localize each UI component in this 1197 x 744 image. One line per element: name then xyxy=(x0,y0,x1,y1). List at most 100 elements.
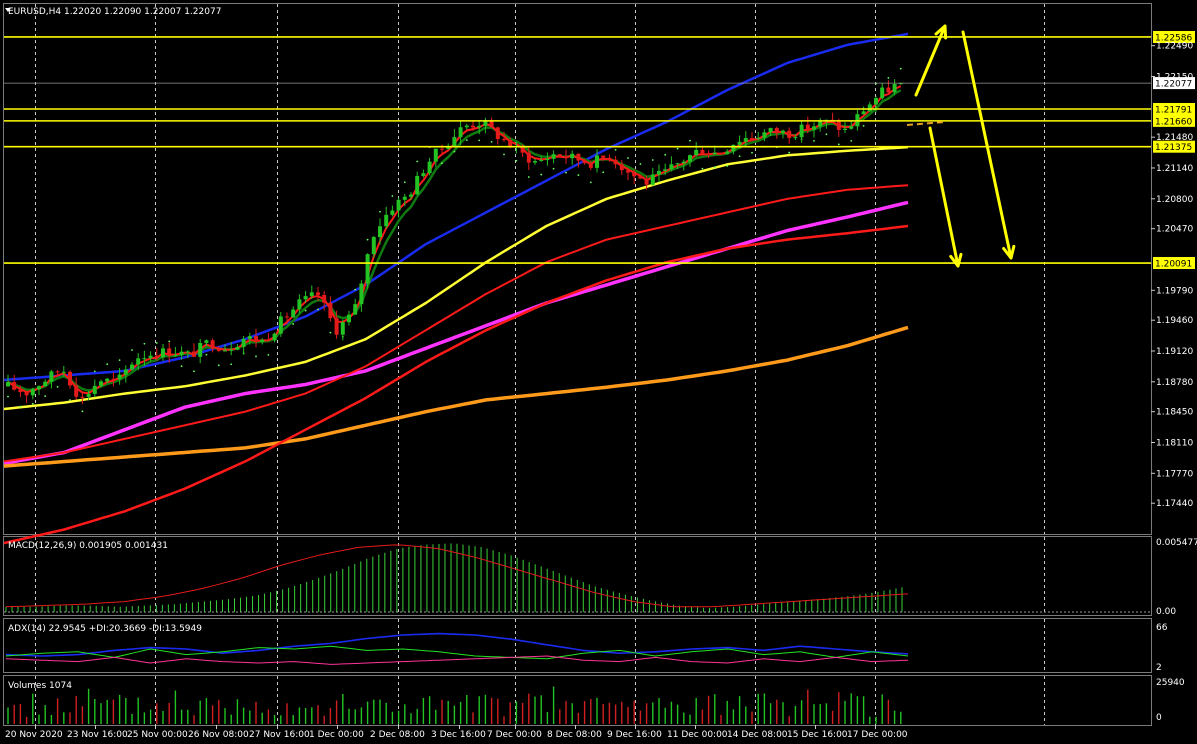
candle-body xyxy=(836,121,841,130)
psar-dot xyxy=(304,309,307,312)
psar-dot xyxy=(515,159,518,162)
candle-body xyxy=(861,111,866,115)
price-tick-label: 1.22490 xyxy=(1156,42,1193,52)
dashed-projection-line xyxy=(906,121,945,126)
psar-dot xyxy=(788,151,791,154)
psar-dot xyxy=(651,159,654,161)
candle-body xyxy=(886,87,891,93)
candle-body xyxy=(582,160,587,164)
candle-body xyxy=(601,155,606,158)
time-tick-label: 8 Dec 08:00 xyxy=(547,730,602,740)
price-tick-label: 1.20470 xyxy=(1156,225,1193,235)
time-tick-label: 9 Dec 16:00 xyxy=(607,730,662,740)
psar-dot xyxy=(465,139,468,142)
candle-body xyxy=(694,149,699,156)
candle-body xyxy=(92,385,97,394)
psar-dot xyxy=(850,139,853,142)
candle-body xyxy=(148,355,153,359)
eurusd-h4-chart[interactable]: 1.225861.217911.216601.213751.200911.220… xyxy=(0,0,1197,744)
candle-body xyxy=(247,336,252,339)
candle-body xyxy=(6,382,10,387)
psar-dot xyxy=(627,157,629,159)
candle-body xyxy=(774,128,779,133)
candle-body xyxy=(743,138,748,142)
candle-body xyxy=(421,173,426,176)
candle-body xyxy=(365,254,370,284)
psar-dot xyxy=(726,165,729,167)
time-tick-label: 1 Dec 00:00 xyxy=(309,730,364,740)
psar-dot xyxy=(676,147,679,150)
candle-body xyxy=(111,378,116,380)
psar-dot xyxy=(391,195,394,197)
horizontal-levels[interactable]: 1.225861.217911.216601.213751.200911.220… xyxy=(4,30,1195,270)
adx-line xyxy=(5,632,909,657)
candle-body xyxy=(818,121,823,127)
level-price-label: 1.21375 xyxy=(1155,143,1192,153)
candle-body xyxy=(192,351,196,357)
price-tick-label: 1.18780 xyxy=(1156,378,1193,388)
psar-dot xyxy=(31,402,34,405)
candle-body xyxy=(719,152,723,154)
candle-body xyxy=(756,137,761,139)
psar-dot xyxy=(19,405,22,408)
price-tick-label: 1.20800 xyxy=(1156,195,1193,205)
psar-dot xyxy=(69,399,71,401)
candle-body xyxy=(557,154,562,157)
psar-dot xyxy=(639,163,642,165)
symbol-header: EURUSD,H4 1.22020 1.22090 1.22007 1.2207… xyxy=(8,7,221,17)
psar-dot xyxy=(577,174,580,176)
candle-body xyxy=(440,148,444,150)
candle-body xyxy=(161,348,165,358)
candle-body xyxy=(650,174,655,185)
candle-body xyxy=(477,125,482,128)
time-tick-label: 14 Dec 08:00 xyxy=(727,730,788,740)
macd-axis-label: 0.00 xyxy=(1156,607,1176,617)
time-axis: 20 Nov 2020 23 Nov 16:00 25 Nov 00:00 26 No… xyxy=(5,725,908,740)
candle-body xyxy=(173,354,178,356)
psar-dot xyxy=(416,160,419,163)
candle-body xyxy=(229,349,234,351)
psar-dot xyxy=(329,331,332,334)
candle-body xyxy=(712,152,717,155)
moving-average-line xyxy=(3,224,909,545)
psar-dot xyxy=(837,143,840,146)
candle-body xyxy=(99,381,103,386)
candle-body xyxy=(105,378,110,382)
candle-body xyxy=(285,316,289,318)
adx-axis-label: 2 xyxy=(1156,663,1162,673)
psar-dot xyxy=(106,363,109,366)
vertical-gridlines xyxy=(35,4,1045,725)
moving-average-line xyxy=(3,325,909,468)
candle-body xyxy=(595,155,599,168)
psar-dot xyxy=(813,139,815,142)
psar-dot xyxy=(317,308,319,311)
volume-axis-label: 0 xyxy=(1156,713,1162,723)
down-arrow-long xyxy=(961,30,1013,260)
candle-body xyxy=(874,98,878,105)
time-tick-label: 7 Dec 00:00 xyxy=(487,730,542,740)
candle-body xyxy=(24,392,29,396)
time-tick-label: 2 Dec 08:00 xyxy=(370,730,425,740)
candle-body xyxy=(638,176,643,179)
candle-body xyxy=(731,144,736,152)
adx-line xyxy=(5,655,909,665)
candle-body xyxy=(235,346,240,350)
candle-body xyxy=(681,161,686,164)
time-tick-label: 25 Nov 00:00 xyxy=(127,730,188,740)
candle-body xyxy=(334,318,339,335)
candle-body xyxy=(55,371,60,373)
psar-dot xyxy=(887,76,890,79)
volume-indicator: 25940 0 xyxy=(7,678,1185,724)
time-tick-label: 23 Nov 16:00 xyxy=(67,730,128,740)
candle-body xyxy=(502,139,506,141)
candle-body xyxy=(564,156,568,159)
candle-body xyxy=(663,169,668,171)
candle-body xyxy=(805,124,810,130)
psar-dot xyxy=(379,210,381,213)
candle-body xyxy=(80,396,85,398)
moving-average-line xyxy=(3,145,909,411)
candle-body xyxy=(86,393,91,397)
candle-body xyxy=(210,340,215,349)
price-tick-label: 1.21480 xyxy=(1156,133,1193,143)
candle-body xyxy=(669,164,674,170)
